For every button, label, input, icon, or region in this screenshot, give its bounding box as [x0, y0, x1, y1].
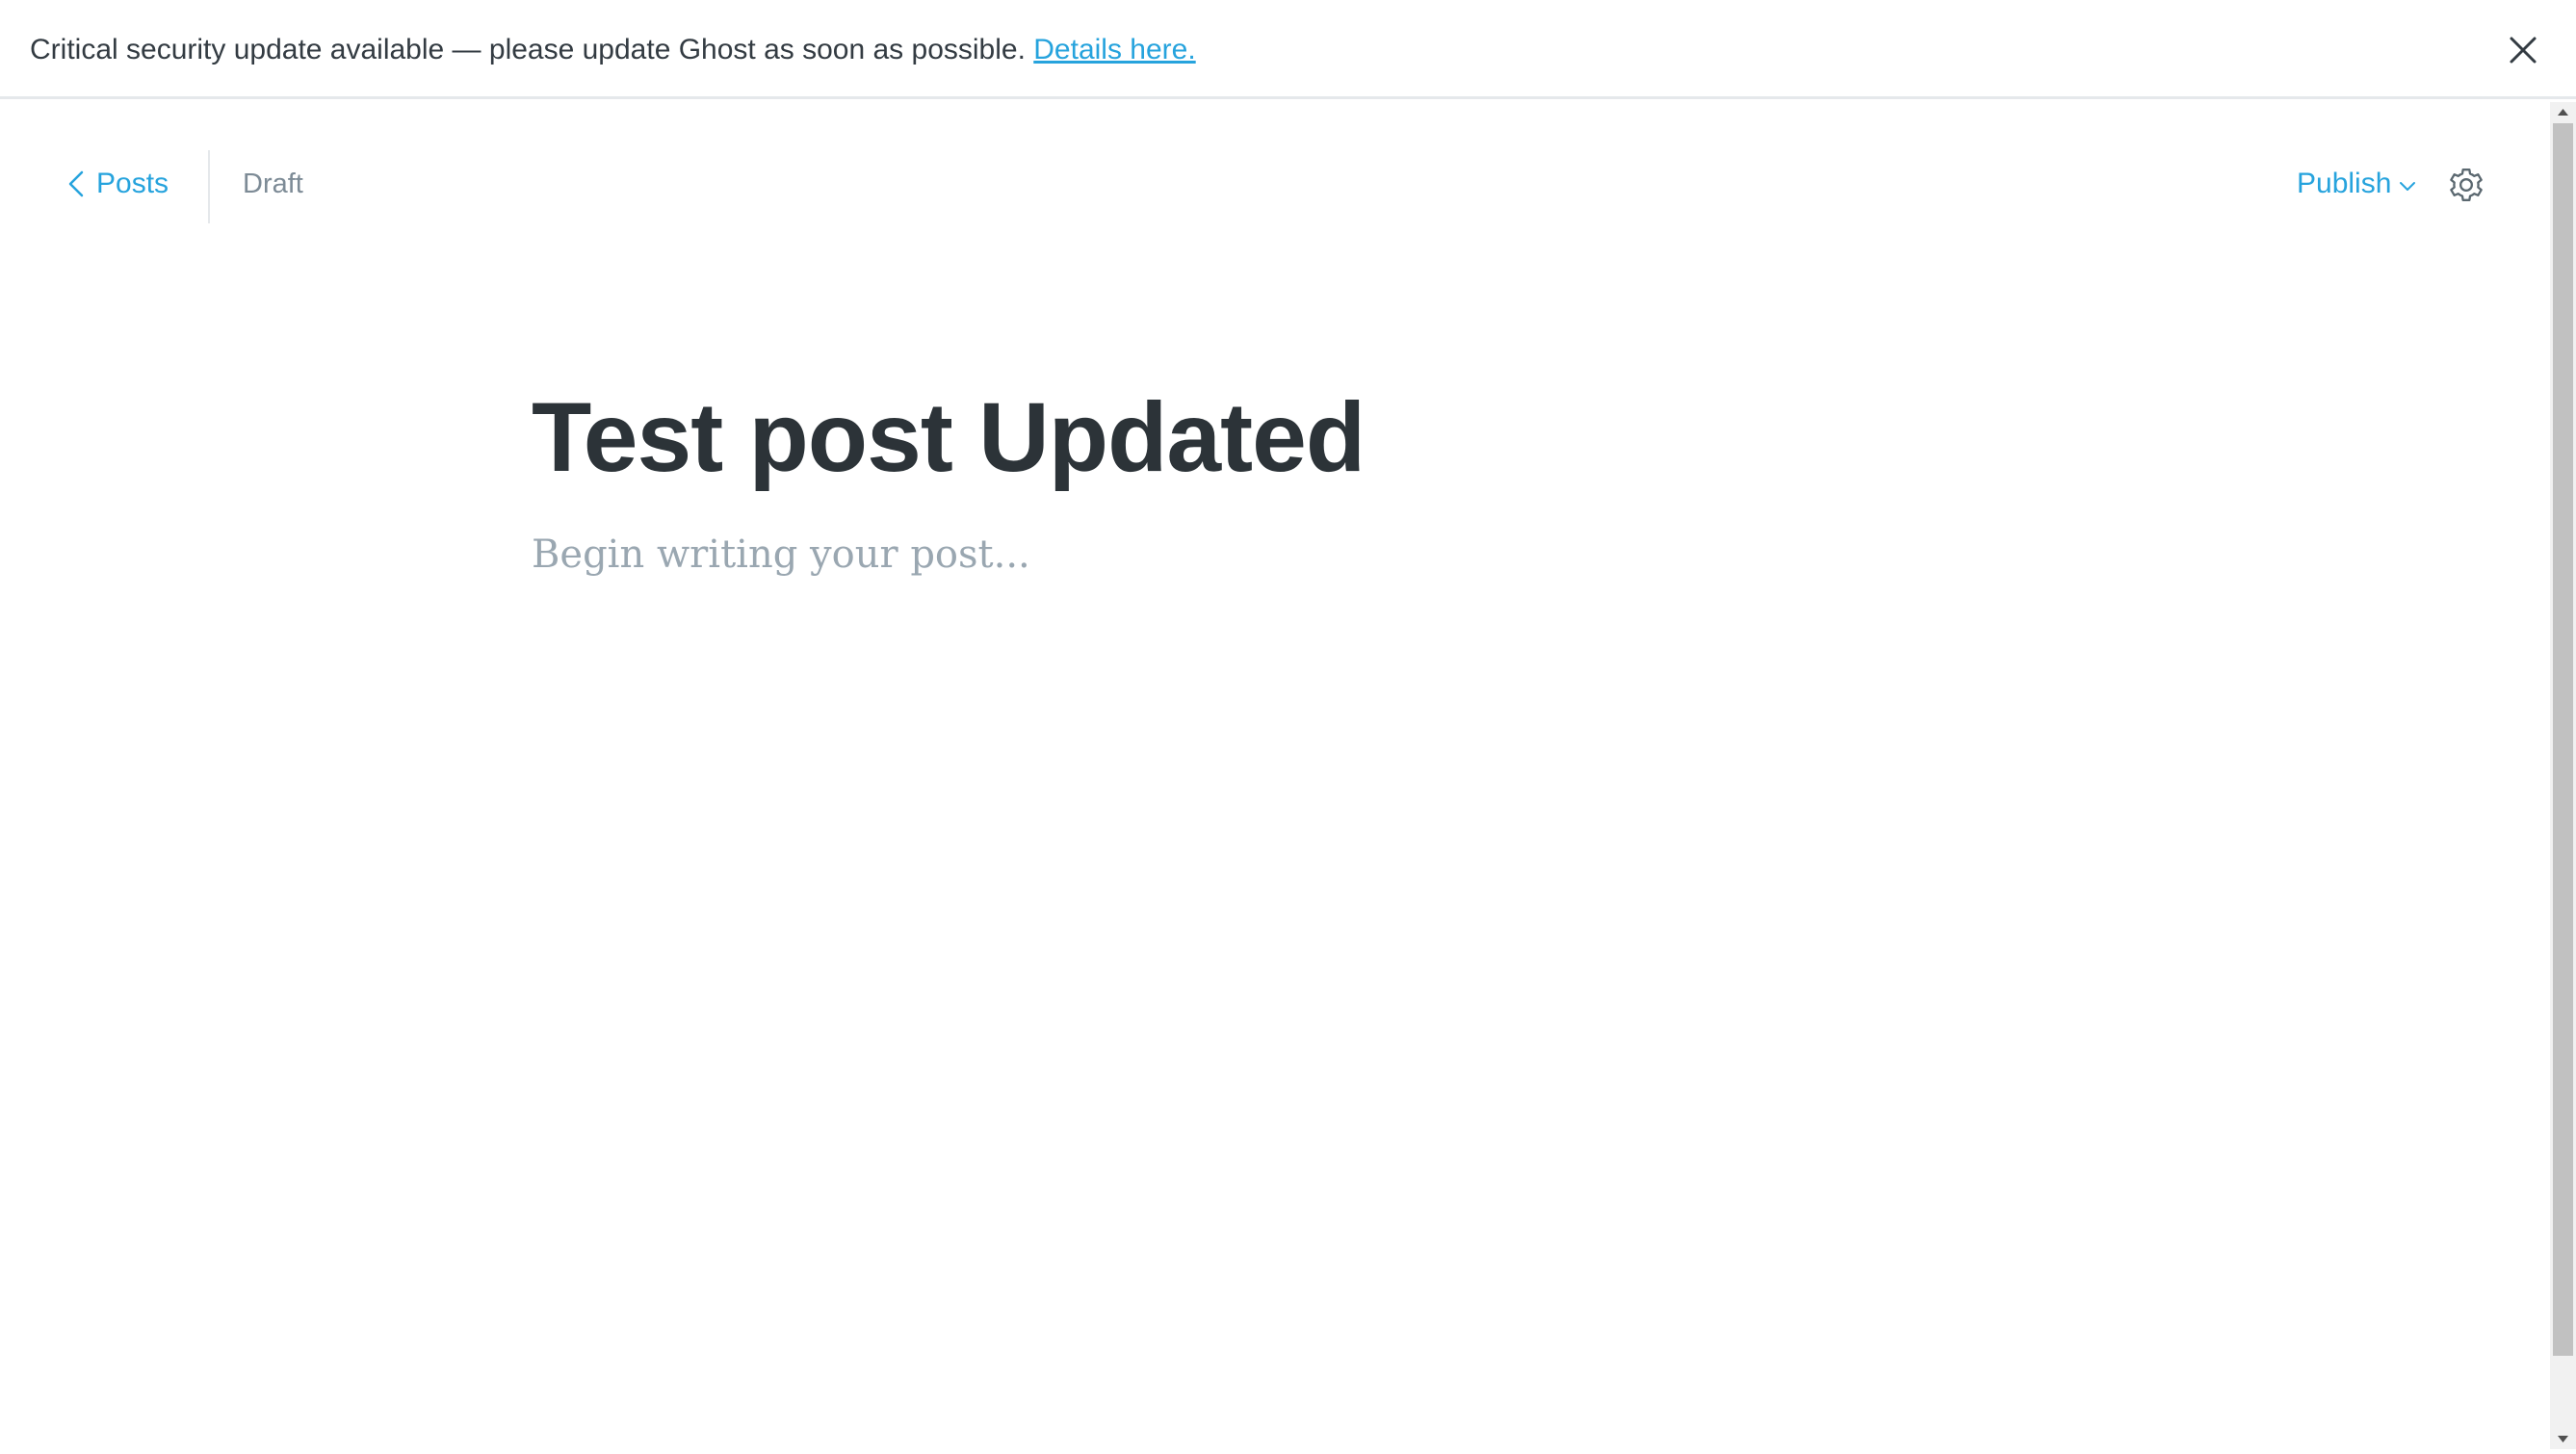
post-title[interactable]: Test post Updated	[532, 381, 1366, 494]
details-link[interactable]: Details here.	[1033, 34, 1195, 65]
scroll-down-arrow-icon[interactable]	[2550, 1428, 2576, 1449]
close-icon[interactable]	[2504, 31, 2542, 69]
editor-toolbar: Posts Draft Publish	[0, 102, 2550, 266]
security-update-banner: Critical security update available — ple…	[0, 0, 2576, 99]
back-label: Posts	[96, 168, 169, 199]
banner-message: Critical security update available — ple…	[30, 0, 1196, 99]
vertical-scrollbar[interactable]	[2550, 102, 2576, 1449]
publish-label: Publish	[2297, 168, 2392, 199]
post-editor: Posts Draft Publish Test post Updated Be…	[0, 102, 2550, 1449]
banner-message-text: Critical security update available — ple…	[30, 34, 1034, 65]
toolbar-divider	[208, 150, 210, 223]
gear-icon[interactable]	[2447, 166, 2485, 204]
publish-dropdown-button[interactable]: Publish	[2297, 150, 2416, 218]
post-status: Draft	[243, 169, 303, 199]
post-body-editor[interactable]: Begin writing your post...	[532, 532, 1030, 577]
scroll-up-arrow-icon[interactable]	[2550, 102, 2576, 123]
back-to-posts-button[interactable]: Posts	[67, 150, 169, 218]
chevron-down-icon	[2399, 168, 2416, 200]
scrollbar-thumb[interactable]	[2553, 123, 2573, 1356]
chevron-left-icon	[67, 169, 85, 198]
